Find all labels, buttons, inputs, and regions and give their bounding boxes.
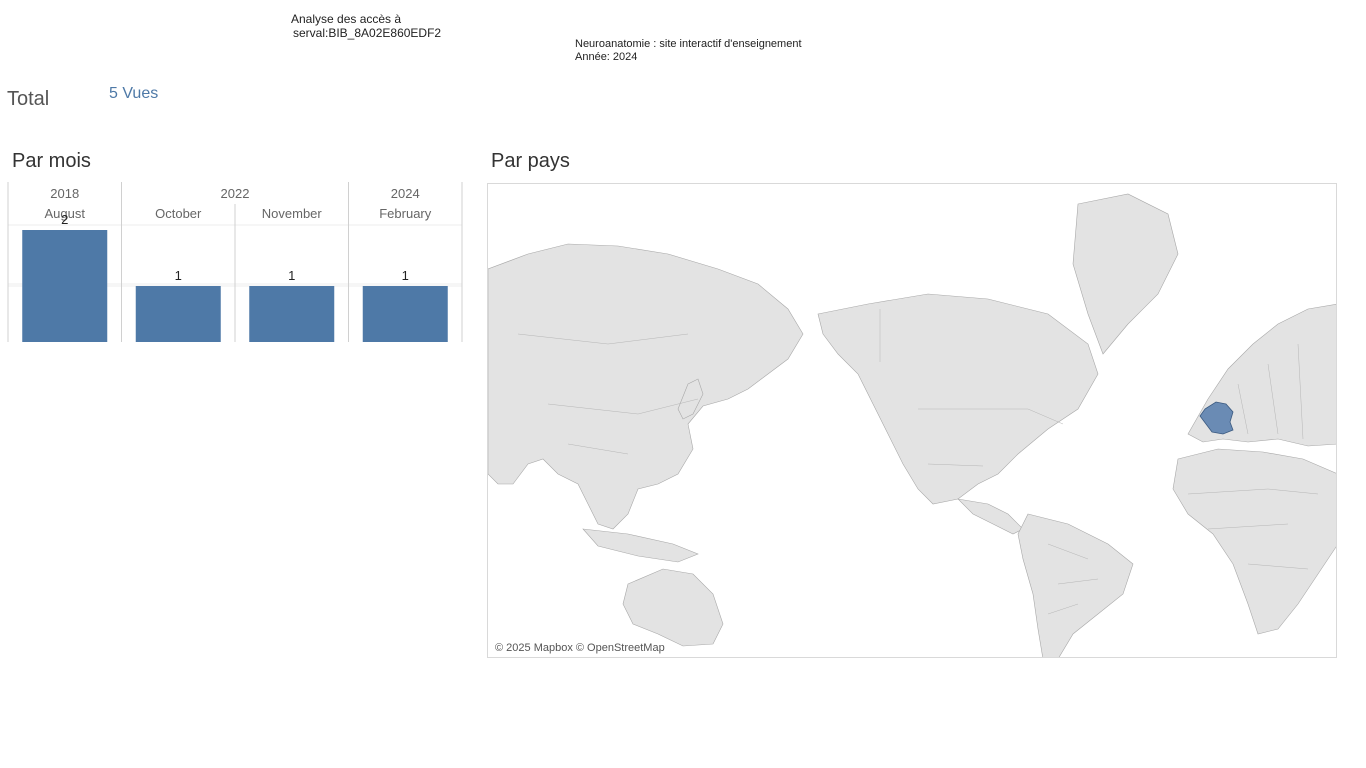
by-country-title: Par pays (491, 150, 570, 172)
month-header: February (379, 206, 432, 221)
report-title-line2: serval:BIB_8A02E860EDF2 (293, 26, 442, 40)
indonesia-land (582, 528, 699, 563)
australia-land (622, 568, 724, 647)
year-header: 2018 (50, 186, 79, 201)
south-america-land (1017, 513, 1134, 657)
total-label: Total (7, 88, 50, 110)
bar-november (249, 286, 335, 342)
country-map[interactable] (487, 183, 1337, 658)
asia-land (488, 243, 804, 530)
data-label: 1 (175, 268, 182, 283)
monthly-bar-chart: 2018 2022 2024August October November Februar… (7, 182, 463, 342)
report-title: Analyse des accès à serval:BIB_8A02E860E… (291, 12, 441, 40)
world-map-svg (488, 193, 1336, 657)
central-america-land (957, 498, 1024, 535)
month-header: October (155, 206, 202, 221)
map-attribution: © 2025 Mapbox © OpenStreetMap (495, 642, 665, 654)
total-value: 5 Vues (109, 85, 159, 102)
chart-headers: 2018 2022 2024August October November Februar… (45, 186, 432, 221)
data-label: 2 (61, 212, 68, 227)
year-header: 2022 (221, 186, 250, 201)
africa-land (1172, 448, 1336, 635)
data-label: 1 (288, 268, 295, 283)
year-line: Année: 2024 (575, 51, 638, 63)
data-label: 1 (402, 268, 409, 283)
report-title-line1: Analyse des accès à (291, 12, 402, 26)
north-america-land (817, 293, 1099, 505)
greenland-land (1072, 193, 1179, 355)
site-info: Neuroanatomie : site interactif d'enseig… (575, 38, 802, 64)
year-header: 2024 (391, 186, 420, 201)
bar-february (362, 286, 448, 342)
by-month-title: Par mois (12, 150, 91, 172)
bar-october (135, 286, 221, 342)
site-title: Neuroanatomie : site interactif d'enseig… (575, 38, 802, 50)
bar-august (22, 230, 108, 342)
month-header: November (262, 206, 323, 221)
